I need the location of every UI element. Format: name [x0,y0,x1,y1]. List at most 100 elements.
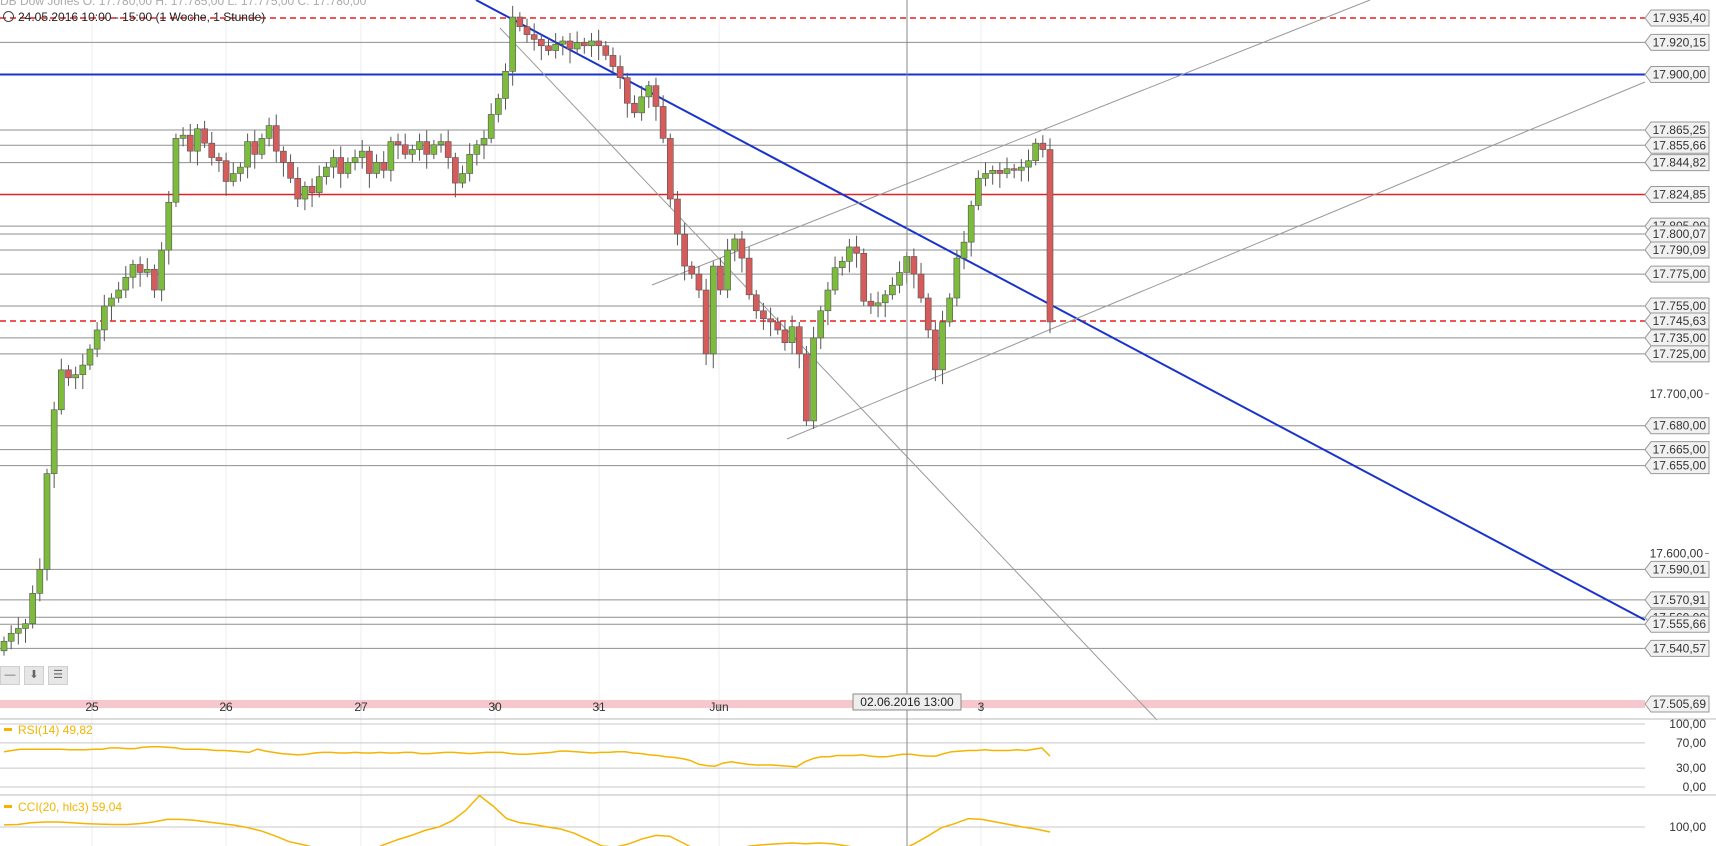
cci-name: CCI(20, hlc3) [18,800,89,814]
candle-body-61 [437,141,445,146]
candle-body-63 [452,157,459,184]
candle-body-106 [760,310,767,320]
candle-body-137 [982,173,989,179]
price-label-0: 17.935,40 [1653,11,1707,25]
candle-body-75 [538,39,545,47]
candle-body-12 [86,348,94,366]
chart-canvas[interactable]: 17.935,4017.920,1517.900,0017.865,2517.8… [0,0,1716,846]
crosshair-label: 02.06.2016 13:00 [860,695,954,709]
candle-body-77 [552,43,559,51]
cci-legend[interactable]: CCI(20, hlc3) 59,04 [4,800,122,814]
cci-axis-label: 100,00 [1669,820,1706,834]
candle-body-21 [151,268,158,291]
candle-body-95 [681,233,688,267]
candle-body-71 [509,16,516,72]
candle-body-11 [79,364,87,375]
price-label-5: 17.844,82 [1653,156,1707,170]
price-label-9: 17.790,09 [1653,243,1707,257]
time-label-0: 25 [85,700,99,714]
candle-body-73 [523,26,531,35]
candle-body-9 [65,369,72,379]
candle-body-57 [409,149,416,155]
time-label-4: 31 [592,700,606,714]
candle-body-133 [953,257,961,299]
candle-body-46 [330,157,337,168]
settings-button[interactable]: ☰ [48,666,68,685]
time-label-1: 26 [219,700,233,714]
candle-body-53 [380,162,388,171]
candle-body-111 [795,326,803,355]
candle-body-35 [251,141,259,155]
candle-body-124 [889,284,896,296]
candle-body-13 [93,329,101,350]
price-tick-label-0: 17.700,00 [1650,387,1704,401]
candle-body-50 [358,150,366,158]
candle-body-18 [129,264,137,278]
candle-body-97 [695,273,703,291]
candle-body-123 [881,294,889,304]
price-label-4: 17.855,66 [1653,138,1707,152]
zoom-out-button[interactable]: — [0,666,20,685]
candle-body-20 [143,268,151,273]
candle-body-70 [502,71,509,99]
candle-body-130 [932,329,939,371]
candle-body-128 [917,273,925,299]
candle-body-87 [624,77,631,104]
candle-body-125 [896,272,903,286]
candle-body-83 [595,40,602,47]
rsi-axis-label-3: 0,00 [1683,780,1707,794]
price-label-10: 17.775,00 [1653,267,1707,281]
price-label-19: 17.570,91 [1653,593,1707,607]
price-label-22: 17.540,57 [1653,641,1707,655]
rsi-axis-label-0: 100,00 [1669,717,1706,731]
candle-body-28 [201,128,208,144]
candle-body-107 [767,318,774,323]
price-label-18: 17.590,01 [1653,562,1707,576]
candle-body-41 [294,177,302,200]
candle-body-78 [559,40,567,45]
price-label-11: 17.755,00 [1653,299,1707,313]
candle-body-98 [702,289,710,355]
rsi-value: 49,82 [62,723,93,737]
candle-body-76 [545,45,552,51]
candle-body-132 [946,297,953,323]
candle-body-65 [466,154,473,174]
candle-body-110 [788,326,796,344]
candle-body-8 [58,369,65,411]
download-button[interactable]: ⬇ [24,666,44,685]
candle-body-79 [566,40,574,50]
candle-body-29 [208,142,216,158]
candle-body-33 [237,166,244,174]
rsi-axis-label-2: 30,00 [1676,761,1706,775]
candle-body-99 [709,265,717,355]
cci-panel: 100,00 [0,794,1716,846]
price-label-23: 17.505,69 [1653,697,1707,711]
candle-body-26 [186,134,194,152]
candle-body-141 [1010,168,1018,171]
candle-body-44 [315,176,323,193]
candle-body-144 [1032,142,1039,162]
cci-value: 59,04 [92,800,123,814]
candle-body-68 [487,114,495,139]
price-label-17: 17.655,00 [1653,459,1707,473]
candle-body-2 [15,628,22,634]
candle-body-58 [416,141,423,150]
price-label-8: 17.800,07 [1653,227,1707,241]
candle-body-6 [43,473,51,570]
candle-body-134 [960,241,968,259]
candle-body-74 [530,34,538,40]
rsi-legend[interactable]: RSI(14) 49,82 [4,723,93,737]
candle-body-14 [101,305,108,331]
candle-body-108 [774,321,782,331]
price-axis: 17.935,4017.920,1517.900,0017.865,2517.8… [1644,9,1710,713]
time-label-6: 3 [978,700,985,714]
candle-body-121 [867,300,875,307]
candle-body-3 [22,623,29,629]
price-label-14: 17.725,00 [1653,347,1707,361]
candle-body-90 [645,85,653,98]
time-label-3: 30 [488,700,502,714]
candle-body-36 [258,138,266,155]
candle-body-112 [803,353,810,422]
candle-body-81 [581,42,588,47]
candle-body-103 [738,238,746,259]
